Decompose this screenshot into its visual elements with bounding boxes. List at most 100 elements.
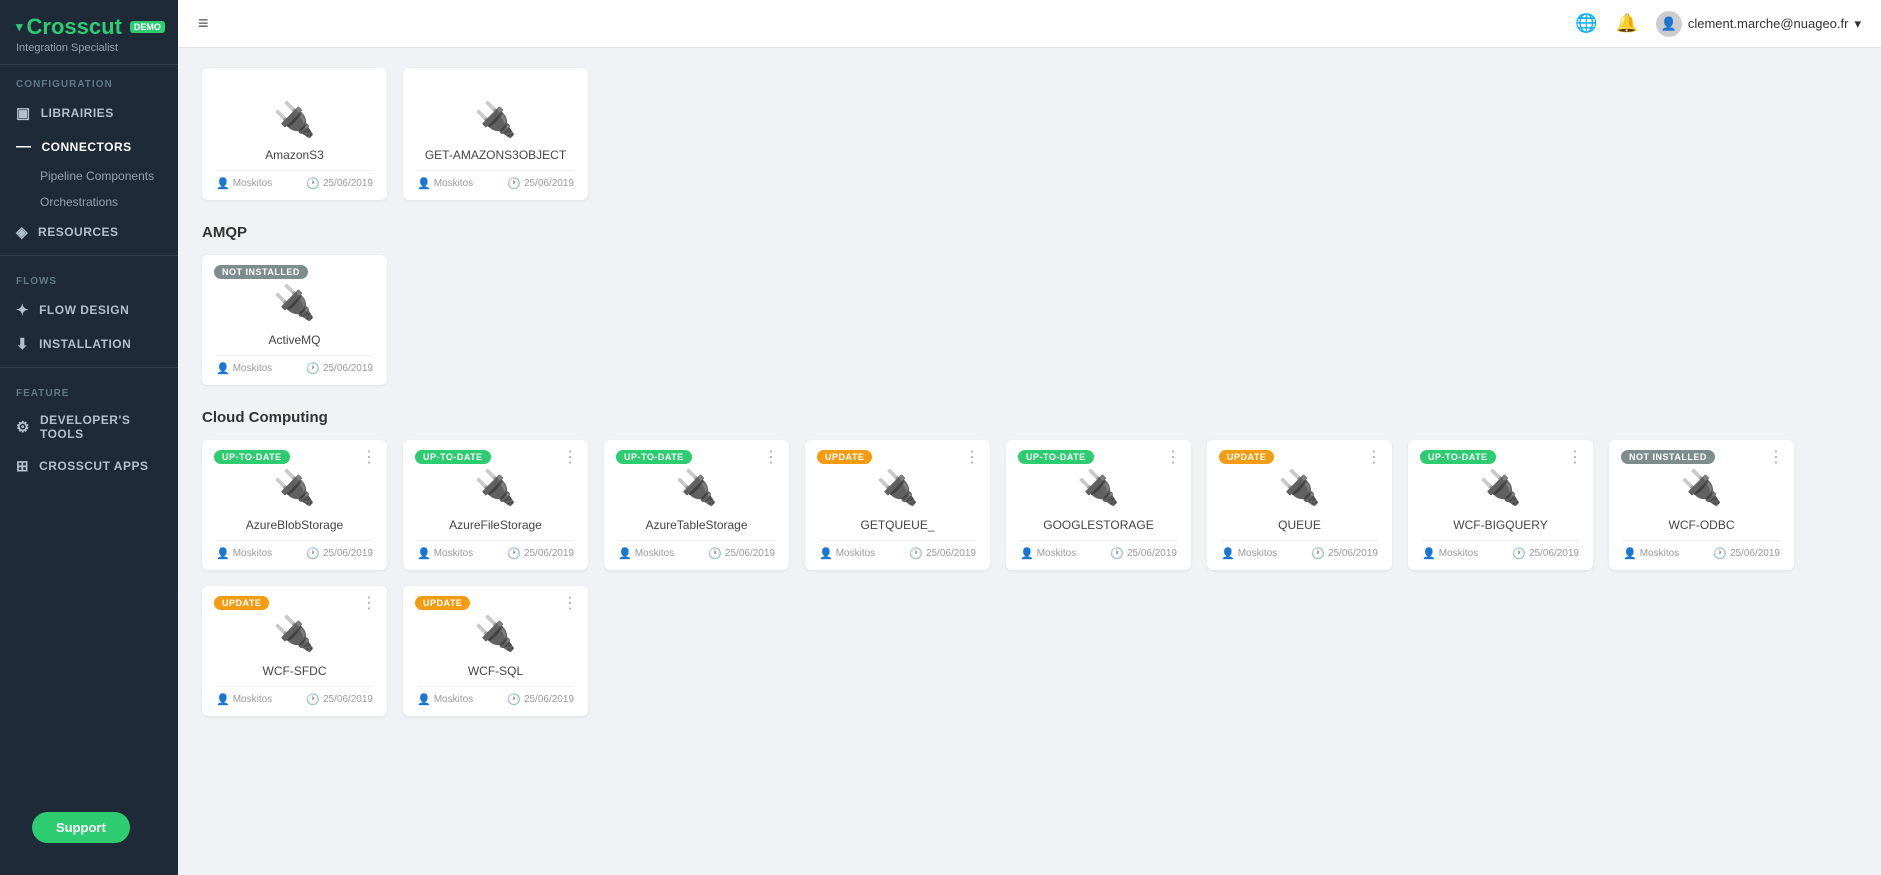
card-name-getqueue: GETQUEUE_ [819,518,976,532]
card-activemq[interactable]: NOT INSTALLED 🔌 ActiveMQ 👤 Moskitos 🕐 25… [202,255,387,385]
card-footer-getqueue: 👤 Moskitos 🕐 25/06/2019 [819,540,976,560]
card-name-googlestorage: GOOGLESTORAGE [1020,518,1177,532]
card-wcf-odbc[interactable]: NOT INSTALLED ⋮ 🔌 WCF-ODBC 👤 Moskitos 🕐 … [1609,440,1794,570]
card-author-wcf-bigquery: 👤 Moskitos [1422,547,1478,560]
sidebar-item-crosscut-apps[interactable]: ⊞ CROSSCUT APPS [0,449,178,483]
user-icon-getqueue: 👤 [819,547,833,560]
card-amazons3[interactable]: 🔌 AmazonS3 👤 Moskitos 🕐 25/06/2019 [202,68,387,200]
sidebar: ▾ Crosscut DEMO Integration Specialist C… [0,0,178,875]
clock-icon-azurefilestorage: 🕐 [507,547,521,560]
card-name-azureblobstorage: AzureBlobStorage [216,518,373,532]
clock-icon-getqueue: 🕐 [909,547,923,560]
card-date-wcf-sfdc: 🕐 25/06/2019 [306,693,373,706]
support-button[interactable]: Support [32,812,130,843]
plug-icon-get-amazons3object: 🔌 [474,100,516,140]
card-author-azureblobstorage: 👤 Moskitos [216,547,272,560]
card-name-wcf-bigquery: WCF-BIGQUERY [1422,518,1579,532]
user-icon-googlestorage: 👤 [1020,547,1034,560]
card-wcf-sfdc[interactable]: UPDATE ⋮ 🔌 WCF-SFDC 👤 Moskitos 🕐 25/06/2… [202,586,387,716]
card-footer-amazons3: 👤 Moskitos 🕐 25/06/2019 [216,170,373,190]
sidebar-sub-pipeline[interactable]: Pipeline Components [0,163,178,189]
main-area: ≡ 🌐 🔔 👤 clement.marche@nuageo.fr ▾ 🔌 Ama… [178,0,1881,875]
card-menu-wcf-odbc[interactable]: ⋮ [1768,450,1784,466]
card-date-activemq: 🕐 25/06/2019 [306,362,373,375]
badge-wcf-odbc: NOT INSTALLED [1621,450,1715,464]
card-author-wcf-sfdc: 👤 Moskitos [216,693,272,706]
sidebar-item-libraries[interactable]: ▣ LIBRAIRIES [0,96,178,130]
topbar-left: ≡ [198,13,209,34]
card-name-wcf-sql: WCF-SQL [417,664,574,678]
card-author-googlestorage: 👤 Moskitos [1020,547,1076,560]
flow-design-icon: ✦ [16,301,29,319]
clock-icon-wcf-odbc: 🕐 [1713,547,1727,560]
sidebar-sub-orchestrations[interactable]: Orchestrations [0,189,178,215]
topbar-user[interactable]: 👤 clement.marche@nuageo.fr ▾ [1656,11,1861,37]
card-menu-wcf-bigquery[interactable]: ⋮ [1567,450,1583,466]
plug-icon-wcf-bigquery: 🔌 [1479,468,1521,508]
user-icon-get-amazons3object: 👤 [417,177,431,190]
connectors-icon: — [16,138,32,155]
amqp-section-title: AMQP [202,224,1857,241]
amqp-cards-row: NOT INSTALLED 🔌 ActiveMQ 👤 Moskitos 🕐 25… [202,255,1857,385]
card-wcf-sql[interactable]: UPDATE ⋮ 🔌 WCF-SQL 👤 Moskitos 🕐 25/06/20… [403,586,588,716]
card-footer-wcf-odbc: 👤 Moskitos 🕐 25/06/2019 [1623,540,1780,560]
menu-icon[interactable]: ≡ [198,13,209,34]
card-author-azurefilestorage: 👤 Moskitos [417,547,473,560]
bell-icon[interactable]: 🔔 [1615,13,1637,34]
card-date-azurefilestorage: 🕐 25/06/2019 [507,547,574,560]
card-menu-wcf-sfdc[interactable]: ⋮ [361,596,377,612]
sidebar-item-label-resources: RESOURCES [38,225,119,239]
plug-icon-queue: 🔌 [1278,468,1320,508]
libraries-icon: ▣ [16,104,31,122]
card-menu-googlestorage[interactable]: ⋮ [1165,450,1181,466]
sidebar-item-dev-tools[interactable]: ⚙ DEVELOPER'S TOOLS [0,405,178,449]
card-menu-azuretablestorage[interactable]: ⋮ [763,450,779,466]
card-getqueue[interactable]: UPDATE ⋮ 🔌 GETQUEUE_ 👤 Moskitos 🕐 25/06/… [805,440,990,570]
demo-badge: DEMO [130,21,165,33]
card-azuretablestorage[interactable]: UP-TO-DATE ⋮ 🔌 AzureTableStorage 👤 Moski… [604,440,789,570]
card-azureblobstorage[interactable]: UP-TO-DATE ⋮ 🔌 AzureBlobStorage 👤 Moskit… [202,440,387,570]
card-queue[interactable]: UPDATE ⋮ 🔌 QUEUE 👤 Moskitos 🕐 25/06/2019 [1207,440,1392,570]
plug-icon-wcf-odbc: 🔌 [1680,468,1722,508]
card-footer-activemq: 👤 Moskitos 🕐 25/06/2019 [216,355,373,375]
clock-icon-azureblobstorage: 🕐 [306,547,320,560]
card-author-azuretablestorage: 👤 Moskitos [618,547,674,560]
card-azurefilestorage[interactable]: UP-TO-DATE ⋮ 🔌 AzureFileStorage 👤 Moskit… [403,440,588,570]
card-wcf-bigquery[interactable]: UP-TO-DATE ⋮ 🔌 WCF-BIGQUERY 👤 Moskitos 🕐… [1408,440,1593,570]
sidebar-item-label-connectors: Connectors [42,140,132,154]
card-menu-wcf-sql[interactable]: ⋮ [562,596,578,612]
user-icon-wcf-sql: 👤 [417,693,431,706]
card-name-wcf-sfdc: WCF-SFDC [216,664,373,678]
amazon-cards-row: 🔌 AmazonS3 👤 Moskitos 🕐 25/06/2019 [202,68,1857,200]
card-name-queue: QUEUE [1221,518,1378,532]
card-date-googlestorage: 🕐 25/06/2019 [1110,547,1177,560]
card-get-amazons3object[interactable]: 🔌 GET-AMAZONS3OBJECT 👤 Moskitos 🕐 25/06/… [403,68,588,200]
sidebar-item-installation[interactable]: ⬇ INSTALLATION [0,327,178,361]
plug-icon-amazons3: 🔌 [273,100,315,140]
card-menu-queue[interactable]: ⋮ [1366,450,1382,466]
plug-icon-wcf-sql: 🔌 [474,614,516,654]
plug-icon-azureblobstorage: 🔌 [273,468,315,508]
card-name-wcf-odbc: WCF-ODBC [1623,518,1780,532]
card-menu-getqueue[interactable]: ⋮ [964,450,980,466]
card-author-activemq: 👤 Moskitos [216,362,272,375]
card-googlestorage[interactable]: UP-TO-DATE ⋮ 🔌 GOOGLESTORAGE 👤 Moskitos … [1006,440,1191,570]
user-icon-azurefilestorage: 👤 [417,547,431,560]
user-icon-wcf-odbc: 👤 [1623,547,1637,560]
badge-getqueue: UPDATE [817,450,872,464]
card-date-get-amazons3object: 🕐 25/06/2019 [507,177,574,190]
sidebar-item-resources[interactable]: ◈ RESOURCES [0,215,178,249]
sidebar-item-connectors[interactable]: — Connectors [0,130,178,163]
card-date-getqueue: 🕐 25/06/2019 [909,547,976,560]
card-menu-azurefilestorage[interactable]: ⋮ [562,450,578,466]
topbar-right: 🌐 🔔 👤 clement.marche@nuageo.fr ▾ [1575,11,1861,37]
card-name-activemq: ActiveMQ [216,333,373,347]
card-menu-azureblobstorage[interactable]: ⋮ [361,450,377,466]
globe-icon[interactable]: 🌐 [1575,13,1597,34]
badge-azureblobstorage: UP-TO-DATE [214,450,290,464]
sidebar-item-flow-design[interactable]: ✦ FLOW DESIGN [0,293,178,327]
user-icon-azureblobstorage: 👤 [216,547,230,560]
clock-icon-wcf-bigquery: 🕐 [1512,547,1526,560]
card-footer-googlestorage: 👤 Moskitos 🕐 25/06/2019 [1020,540,1177,560]
card-date-queue: 🕐 25/06/2019 [1311,547,1378,560]
